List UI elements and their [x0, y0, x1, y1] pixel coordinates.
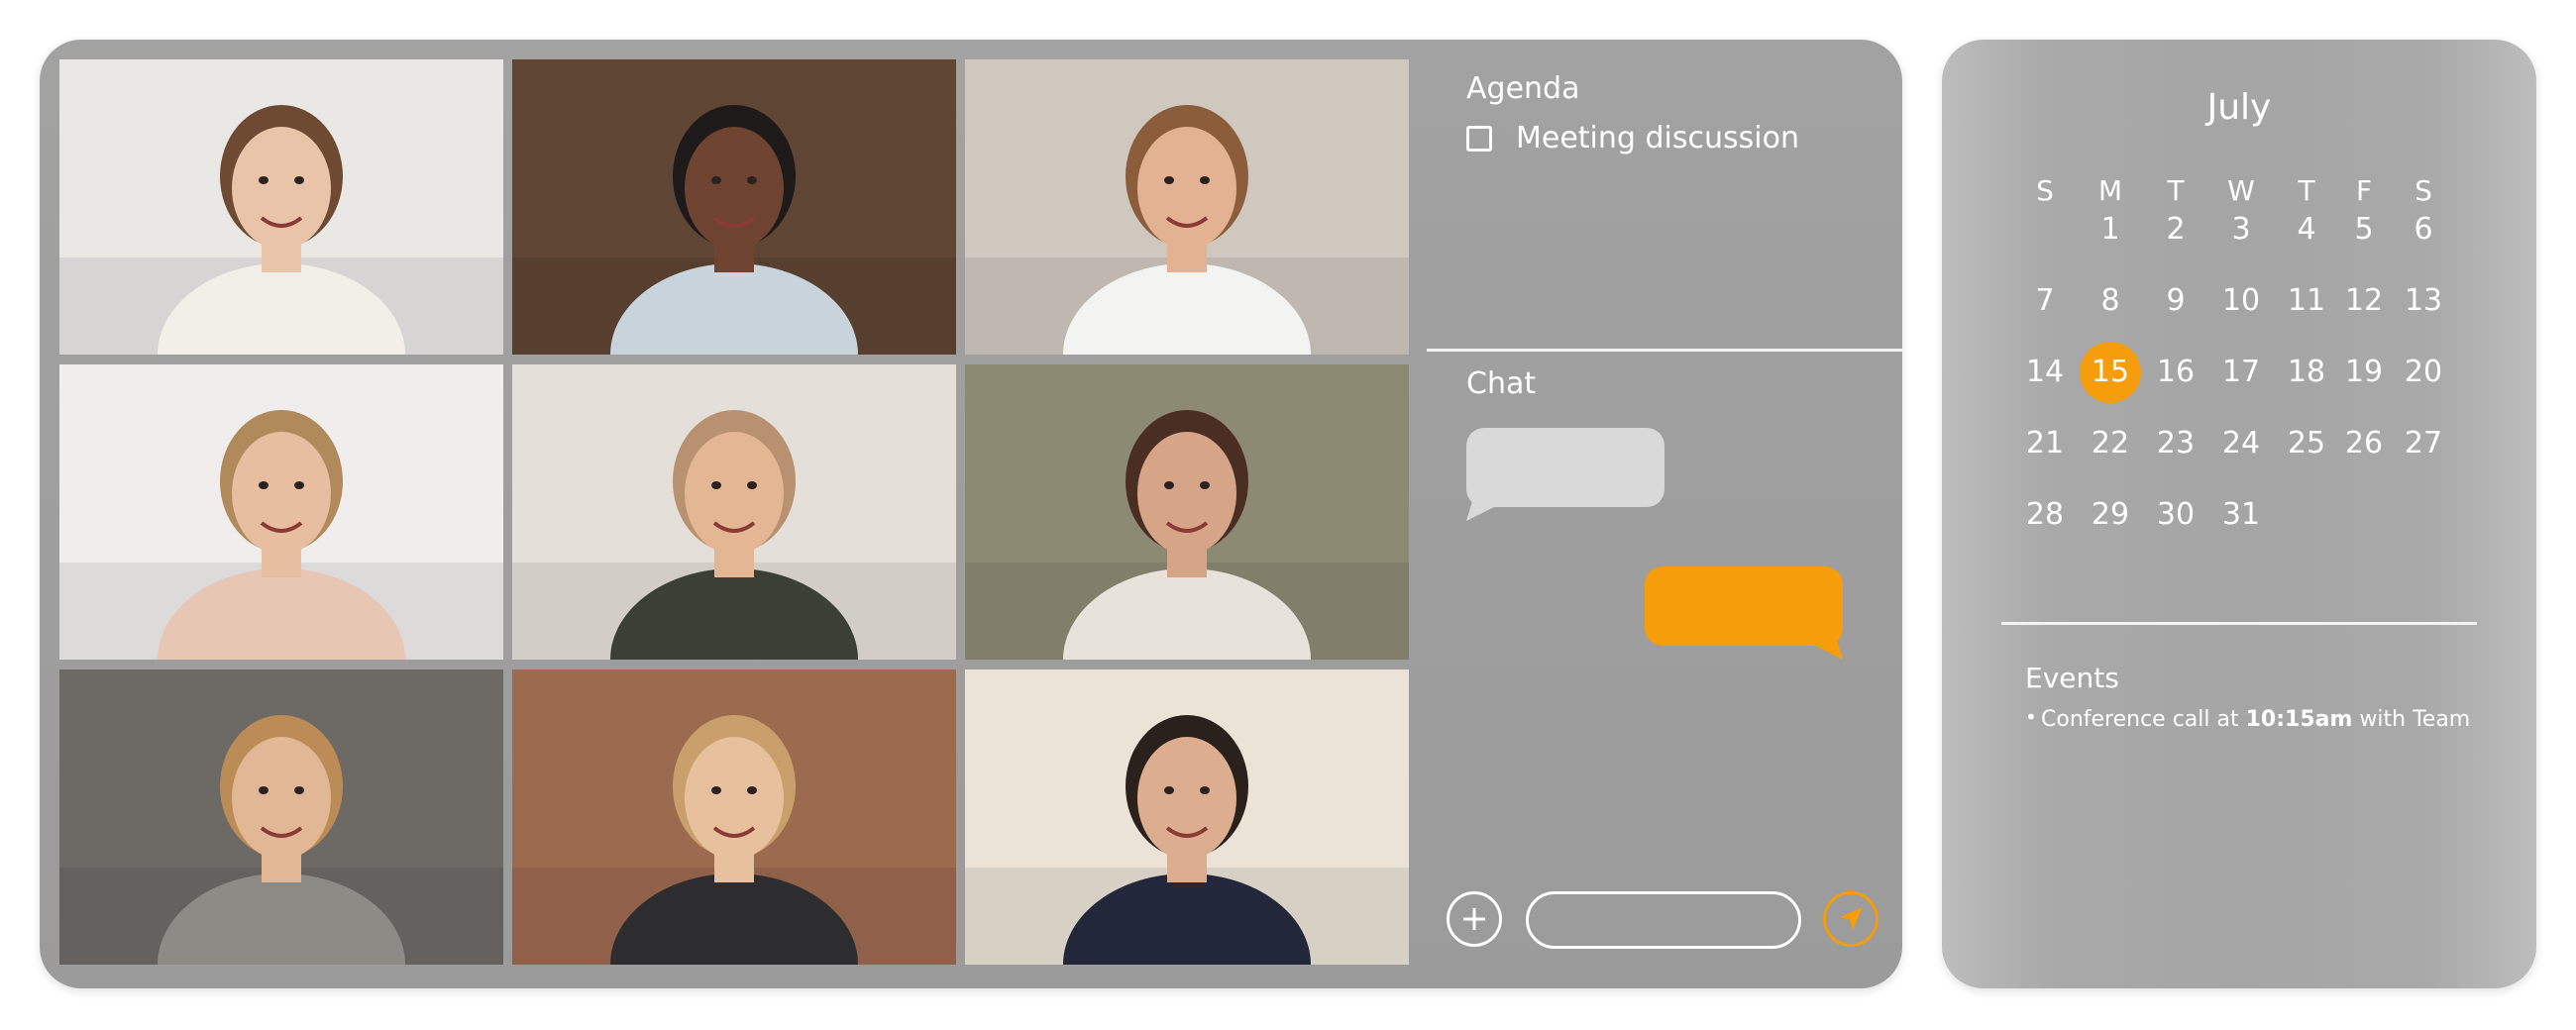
send-arrow-icon [1840, 907, 1863, 930]
calendar-day[interactable]: 1 [2080, 199, 2141, 260]
event-suffix: with Team [2352, 707, 2471, 732]
calendar-day[interactable]: 25 [2276, 413, 2337, 474]
add-attachment-button[interactable] [1447, 891, 1502, 947]
participant-video-p4 [59, 364, 503, 660]
calendar-day[interactable]: 18 [2276, 342, 2337, 403]
calendar-day-selected[interactable]: 15 [2080, 342, 2141, 403]
agenda-item[interactable]: Meeting discussion [1466, 121, 1799, 155]
weekday-header: S [2036, 174, 2054, 207]
calendar-day[interactable]: 24 [2210, 413, 2272, 474]
participant-video-p7 [59, 670, 503, 965]
calendar-day[interactable]: 30 [2145, 484, 2206, 546]
plus-icon [1463, 908, 1485, 930]
video-tile-3[interactable] [965, 59, 1409, 355]
calendar-day[interactable]: 26 [2333, 413, 2395, 474]
calendar-day[interactable]: 16 [2145, 342, 2206, 403]
agenda-title: Agenda [1466, 71, 1580, 106]
agenda-checkbox[interactable] [1466, 125, 1492, 152]
event-prefix: Conference call at [2041, 707, 2246, 732]
calendar-events-divider [2001, 622, 2477, 625]
calendar-day[interactable]: 9 [2145, 270, 2206, 332]
calendar-day[interactable]: 22 [2080, 413, 2141, 474]
chat-title: Chat [1466, 366, 1537, 401]
video-tile-8[interactable] [512, 670, 956, 965]
calendar-day[interactable]: 13 [2393, 270, 2454, 332]
calendar-day[interactable]: 3 [2210, 199, 2272, 260]
calendar-day[interactable]: 8 [2080, 270, 2141, 332]
participant-video-p6 [965, 364, 1409, 660]
video-tile-5[interactable] [512, 364, 956, 660]
participant-video-p3 [965, 59, 1409, 355]
calendar-day[interactable]: 11 [2276, 270, 2337, 332]
calendar-day[interactable]: 6 [2393, 199, 2454, 260]
calendar-day[interactable]: 28 [2014, 484, 2076, 546]
calendar-day[interactable]: 17 [2210, 342, 2272, 403]
event-time: 10:15am [2245, 707, 2353, 732]
calendar-day[interactable]: 4 [2276, 199, 2337, 260]
participant-video-p2 [512, 59, 956, 355]
calendar-day[interactable]: 23 [2145, 413, 2206, 474]
calendar-month-title: July [2206, 87, 2272, 128]
send-message-button[interactable] [1823, 891, 1878, 947]
video-tile-7[interactable] [59, 670, 503, 965]
incoming-message-bubble [1466, 428, 1664, 521]
event-item[interactable]: Conference call at 10:15am with Team [2025, 705, 2471, 732]
calendar-day[interactable]: 14 [2014, 342, 2076, 403]
calendar-day[interactable]: 31 [2210, 484, 2272, 546]
events-title: Events [2025, 662, 2119, 694]
outgoing-message-bubble [1645, 566, 1843, 660]
calendar-day[interactable]: 20 [2393, 342, 2454, 403]
participant-video-p9 [965, 670, 1409, 965]
calendar-day[interactable]: 19 [2333, 342, 2395, 403]
calendar-day[interactable]: 5 [2333, 199, 2395, 260]
participant-video-p1 [59, 59, 503, 355]
calendar-day[interactable]: 12 [2333, 270, 2395, 332]
incoming-bubble-tail [1466, 501, 1506, 521]
calendar-day[interactable]: 7 [2014, 270, 2076, 332]
video-tile-4[interactable] [59, 364, 503, 660]
agenda-chat-divider [1427, 349, 1902, 352]
video-tile-2[interactable] [512, 59, 956, 355]
calendar-day[interactable]: 29 [2080, 484, 2141, 546]
calendar-day[interactable]: 2 [2145, 199, 2206, 260]
video-tile-1[interactable] [59, 59, 503, 355]
video-tile-9[interactable] [965, 670, 1409, 965]
video-tile-6[interactable] [965, 364, 1409, 660]
calendar-day[interactable]: 27 [2393, 413, 2454, 474]
calendar-day[interactable]: 21 [2014, 413, 2076, 474]
outgoing-bubble-tail [1803, 640, 1843, 660]
video-grid [59, 59, 1409, 969]
chat-message-input[interactable] [1526, 891, 1801, 949]
calendar-day[interactable]: 10 [2210, 270, 2272, 332]
agenda-item-label: Meeting discussion [1516, 121, 1799, 155]
participant-video-p5 [512, 364, 956, 660]
participant-video-p8 [512, 670, 956, 965]
